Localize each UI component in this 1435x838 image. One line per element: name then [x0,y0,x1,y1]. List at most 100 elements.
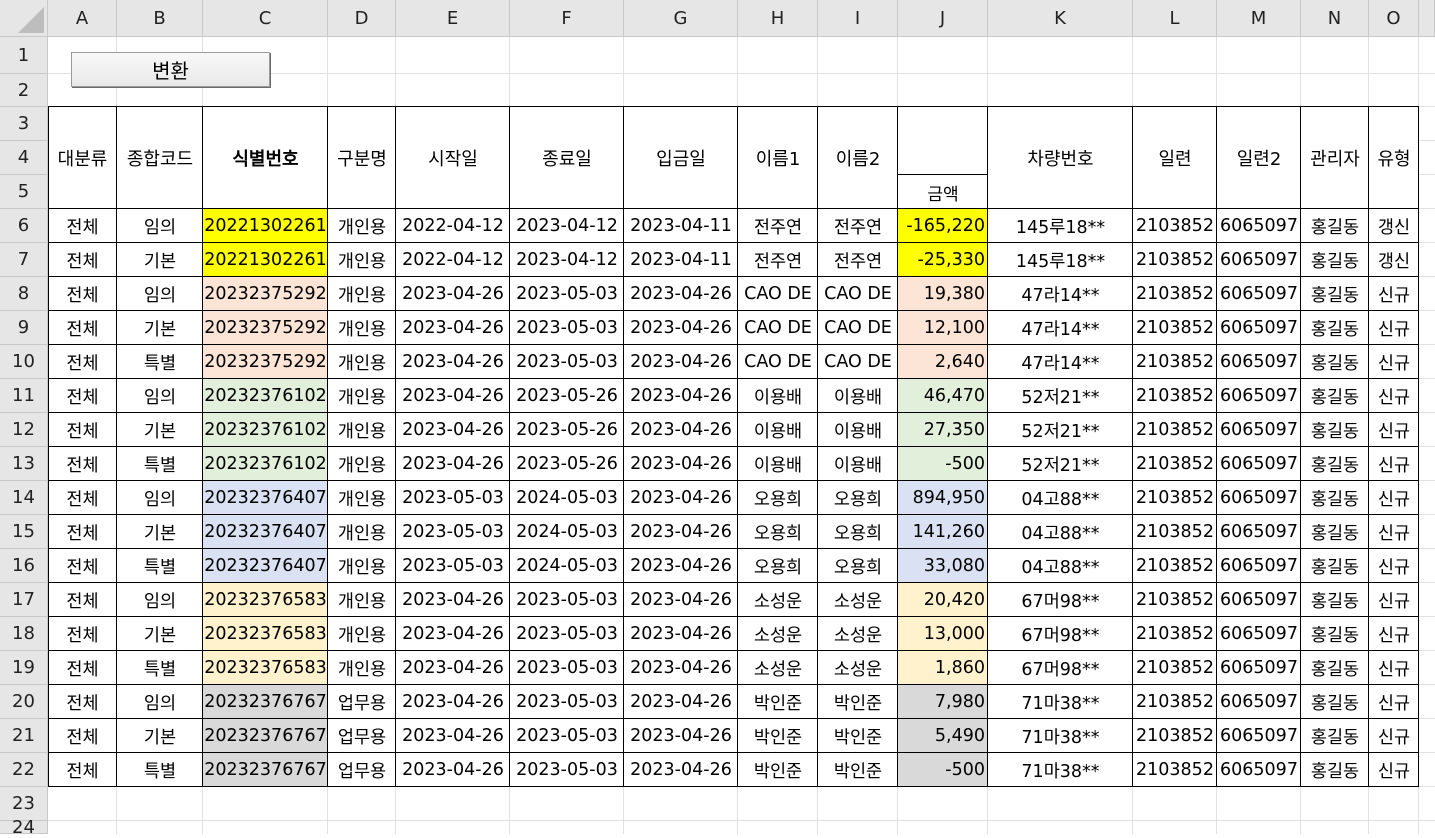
table-cell[interactable]: 이용배 [818,447,898,481]
table-cell[interactable]: 홍길동 [1301,447,1369,481]
table-cell[interactable]: 기본 [117,243,203,277]
header-cell[interactable]: 일련 [1133,107,1217,209]
table-cell[interactable]: 67머98** [988,617,1133,651]
table-cell[interactable]: 04고88** [988,481,1133,515]
table-cell[interactable]: 2023-05-03 [510,753,624,787]
table-cell[interactable]: 개인용 [328,277,396,311]
table-cell[interactable]: 2103852 [1133,685,1217,719]
table-cell[interactable]: 개인용 [328,243,396,277]
table-cell[interactable]: 20232376583 [203,617,328,651]
table-cell[interactable]: 2,640 [898,345,988,379]
table-cell[interactable]: 71마38** [988,753,1133,787]
table-cell[interactable]: 145루18** [988,209,1133,243]
table-cell[interactable]: 임의 [117,277,203,311]
table-cell[interactable]: 2023-04-26 [624,651,738,685]
table-cell[interactable]: 20232375292 [203,345,328,379]
header-cell[interactable]: 유형 [1369,107,1419,209]
row-header[interactable]: 21 [0,719,48,753]
table-cell[interactable]: 신규 [1369,651,1419,685]
row-header[interactable]: 13 [0,447,48,481]
table-cell[interactable]: 개인용 [328,311,396,345]
table-cell[interactable]: 20232376102 [203,447,328,481]
header-cell[interactable]: 입금일 [624,107,738,209]
table-cell[interactable]: 홍길동 [1301,617,1369,651]
header-cell[interactable]: 식별번호 [203,107,328,209]
table-cell[interactable]: -165,220 [898,209,988,243]
table-cell[interactable]: 20,420 [898,583,988,617]
table-cell[interactable]: 6065097 [1217,719,1301,753]
table-cell[interactable]: 2024-05-03 [510,549,624,583]
table-cell[interactable]: 소성운 [818,583,898,617]
table-cell[interactable]: 홍길동 [1301,583,1369,617]
table-cell[interactable]: 박인준 [818,753,898,787]
table-cell[interactable]: 47라14** [988,277,1133,311]
row-header[interactable]: 7 [0,243,48,277]
table-cell[interactable]: 전체 [48,481,117,515]
table-cell[interactable]: 46,470 [898,379,988,413]
table-cell[interactable]: 2103852 [1133,617,1217,651]
table-cell[interactable]: 2023-05-03 [510,617,624,651]
table-cell[interactable]: 특별 [117,753,203,787]
table-cell[interactable]: 신규 [1369,719,1419,753]
row-header[interactable]: 14 [0,481,48,515]
table-cell[interactable]: 이용배 [818,379,898,413]
table-cell[interactable]: 소성운 [738,583,818,617]
table-cell[interactable]: 67머98** [988,583,1133,617]
table-cell[interactable]: 신규 [1369,413,1419,447]
row-header[interactable]: 4 [0,141,48,175]
column-header[interactable]: O [1369,0,1419,37]
column-header[interactable]: G [624,0,738,37]
table-cell[interactable]: 업무용 [328,753,396,787]
table-cell[interactable]: 2023-04-12 [510,209,624,243]
table-cell[interactable]: 2103852 [1133,651,1217,685]
table-cell[interactable]: 오용희 [738,549,818,583]
table-cell[interactable]: 2103852 [1133,549,1217,583]
table-cell[interactable]: 전체 [48,277,117,311]
table-cell[interactable]: 2023-04-26 [396,311,510,345]
table-cell[interactable]: 2023-04-26 [396,617,510,651]
table-cell[interactable]: 13,000 [898,617,988,651]
table-cell[interactable]: 업무용 [328,719,396,753]
table-cell[interactable]: 신규 [1369,311,1419,345]
header-cell[interactable]: 대분류 [48,107,117,209]
table-cell[interactable]: 박인준 [818,719,898,753]
table-cell[interactable]: 6065097 [1217,481,1301,515]
table-cell[interactable]: 신규 [1369,753,1419,787]
convert-button[interactable]: 변환 [71,52,270,87]
table-cell[interactable]: 20232376407 [203,549,328,583]
table-cell[interactable]: 홍길동 [1301,685,1369,719]
table-cell[interactable]: 갱신 [1369,209,1419,243]
table-cell[interactable]: -500 [898,753,988,787]
table-cell[interactable]: 2023-04-26 [624,277,738,311]
table-cell[interactable]: 71마38** [988,685,1133,719]
table-cell[interactable]: 1,860 [898,651,988,685]
table-cell[interactable]: 2103852 [1133,719,1217,753]
table-cell[interactable]: 전주연 [818,209,898,243]
table-cell[interactable]: 2103852 [1133,379,1217,413]
row-header[interactable]: 22 [0,753,48,787]
table-cell[interactable]: 전체 [48,617,117,651]
row-header[interactable]: 3 [0,107,48,141]
table-cell[interactable]: 2023-05-03 [510,719,624,753]
table-cell[interactable]: 2103852 [1133,311,1217,345]
table-cell[interactable]: 전체 [48,583,117,617]
table-cell[interactable]: 2023-05-03 [396,481,510,515]
table-cell[interactable]: 전체 [48,209,117,243]
table-cell[interactable]: 2103852 [1133,481,1217,515]
row-header[interactable]: 12 [0,413,48,447]
table-cell[interactable]: 2103852 [1133,447,1217,481]
table-cell[interactable]: 이용배 [738,413,818,447]
header-cell[interactable]: 차량번호 [988,107,1133,209]
table-cell[interactable]: 894,950 [898,481,988,515]
column-header[interactable]: J [898,0,988,37]
row-header[interactable]: 15 [0,515,48,549]
table-cell[interactable]: 전체 [48,753,117,787]
table-cell[interactable]: 6065097 [1217,617,1301,651]
select-all-corner[interactable] [0,0,48,37]
table-cell[interactable]: 개인용 [328,651,396,685]
table-cell[interactable]: 전체 [48,515,117,549]
table-cell[interactable]: 이용배 [738,447,818,481]
table-cell[interactable]: 박인준 [818,685,898,719]
table-cell[interactable]: -500 [898,447,988,481]
row-header[interactable]: 20 [0,685,48,719]
